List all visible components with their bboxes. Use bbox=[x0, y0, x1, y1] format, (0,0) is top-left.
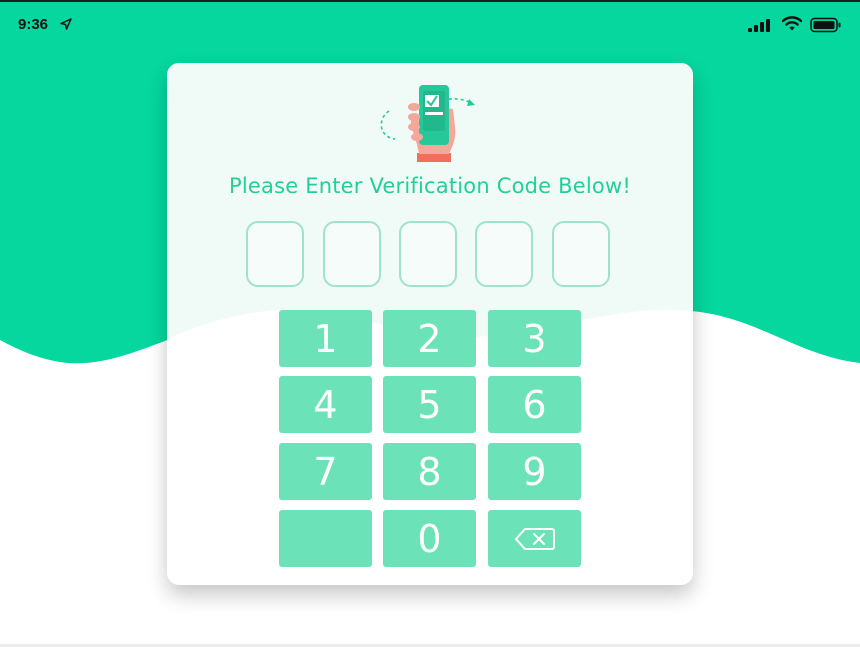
code-digit-box-3[interactable] bbox=[399, 221, 457, 287]
code-digit-box-2[interactable] bbox=[323, 221, 381, 287]
key-3[interactable]: 3 bbox=[488, 310, 581, 367]
key-0[interactable]: 0 bbox=[383, 510, 476, 567]
key-4[interactable]: 4 bbox=[279, 376, 372, 433]
key-2[interactable]: 2 bbox=[383, 310, 476, 367]
key-blank bbox=[279, 510, 372, 567]
page-title: Please Enter Verification Code Below! bbox=[229, 174, 631, 198]
code-digit-box-1[interactable] bbox=[246, 221, 304, 287]
key-6[interactable]: 6 bbox=[488, 376, 581, 433]
backspace-button[interactable] bbox=[488, 510, 581, 567]
key-7[interactable]: 7 bbox=[279, 443, 372, 500]
phone-verification-illustration bbox=[380, 85, 475, 162]
key-9[interactable]: 9 bbox=[488, 443, 581, 500]
number-keypad: 1 2 3 4 5 6 7 8 9 0 bbox=[279, 310, 581, 568]
battery-icon bbox=[810, 17, 841, 33]
backspace-icon bbox=[514, 527, 555, 550]
key-1[interactable]: 1 bbox=[279, 310, 372, 367]
cellular-signal-icon bbox=[748, 19, 770, 32]
wifi-icon bbox=[782, 16, 802, 31]
key-8[interactable]: 8 bbox=[383, 443, 476, 500]
code-input-row bbox=[246, 221, 616, 291]
top-border bbox=[0, 0, 860, 2]
verification-card: Please Enter Verification Code Below! 1 … bbox=[167, 63, 693, 585]
location-arrow-icon bbox=[60, 18, 72, 30]
code-digit-box-4[interactable] bbox=[475, 221, 533, 287]
status-time: 9:36 bbox=[18, 16, 49, 33]
key-5[interactable]: 5 bbox=[383, 376, 476, 433]
code-digit-box-5[interactable] bbox=[552, 221, 610, 287]
